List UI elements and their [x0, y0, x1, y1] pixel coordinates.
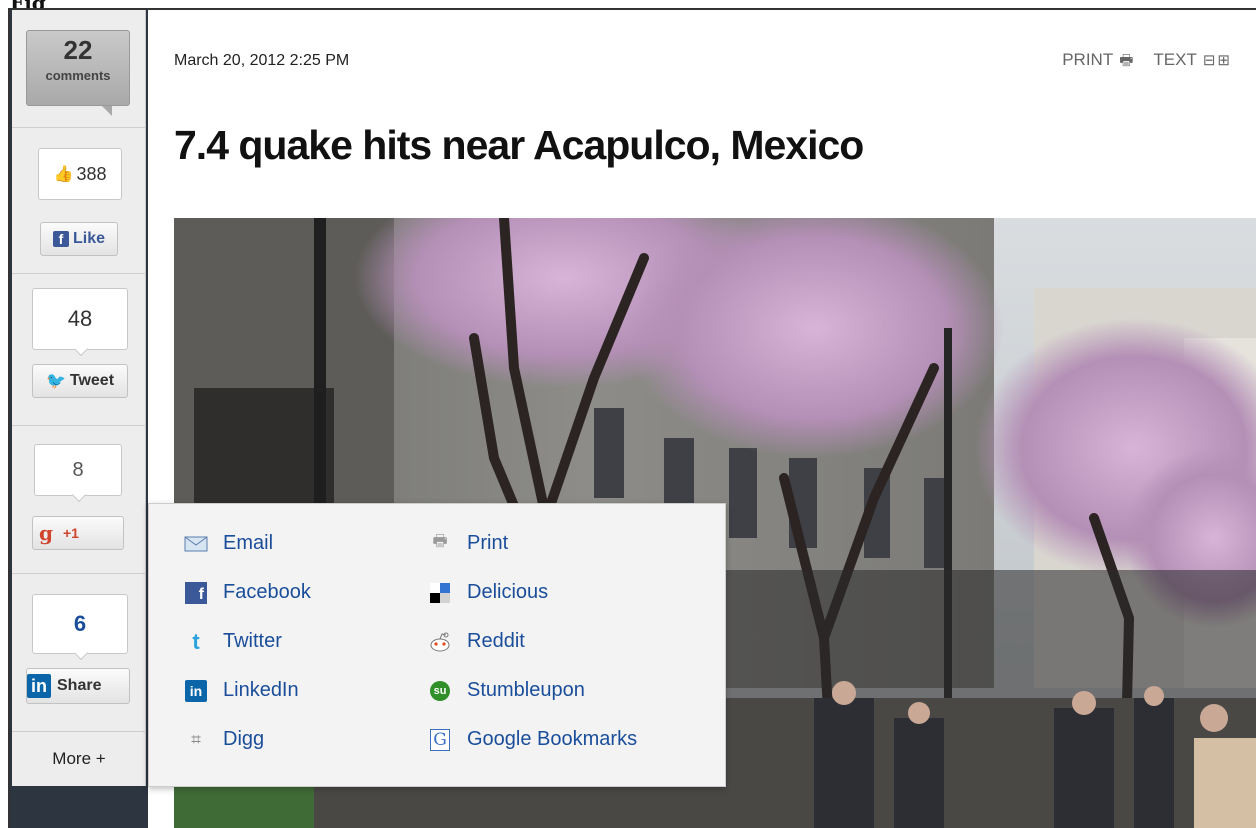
gplus-count: 8	[72, 458, 84, 481]
twitter-cell: 48 🐦 Tweet	[12, 274, 146, 426]
share-linkedin[interactable]: in LinkedIn	[183, 679, 299, 702]
facebook-icon: f	[183, 581, 209, 604]
linkedin-share-button[interactable]: in Share	[26, 668, 130, 704]
comments-label: comments	[45, 68, 111, 83]
share-reddit[interactable]: Reddit	[427, 630, 525, 653]
article-headline: 7.4 quake hits near Acapulco, Mexico	[174, 122, 864, 168]
email-icon	[183, 533, 209, 555]
linkedin-count: 6	[73, 611, 87, 636]
reddit-icon	[427, 631, 453, 653]
facebook-like-label: Like	[72, 230, 105, 247]
gplus-button[interactable]: g +1	[32, 516, 124, 550]
share-facebook[interactable]: f Facebook	[183, 581, 311, 604]
share-stumbleupon-label: Stumbleupon	[467, 679, 585, 701]
share-digg[interactable]: ⌗ Digg	[183, 728, 264, 751]
share-email-label: Email	[223, 532, 274, 554]
linkedin-cell: 6 in Share	[12, 574, 146, 732]
share-print-label: Print	[467, 532, 509, 554]
facebook-icon: f	[52, 231, 69, 247]
print-icon: 🖶	[432, 533, 448, 550]
share-google-bookmarks-label: Google Bookmarks	[467, 728, 638, 750]
printer-icon: 🖶	[1119, 52, 1134, 69]
share-email[interactable]: Email	[183, 532, 273, 555]
share-facebook-label: Facebook	[223, 581, 311, 603]
linkedin-icon: in	[183, 679, 209, 702]
comments-bubble-tail	[102, 106, 112, 116]
text-size-control[interactable]: TEXT ⊟ ⊞	[1153, 50, 1230, 75]
comments-button[interactable]: 22 comments	[26, 30, 130, 106]
share-google-bookmarks[interactable]: G Google Bookmarks	[427, 728, 637, 751]
share-stumbleupon[interactable]: su Stumbleupon	[427, 679, 585, 702]
print-link[interactable]: PRINT 🖶	[1062, 50, 1133, 75]
text-size-label: TEXT	[1153, 50, 1197, 69]
share-sidebar-panel: 22 comments 👍 388 f Like 48 🐦 Tweet 8 g …	[12, 10, 146, 786]
twitter-bird-icon: 🐦	[45, 373, 66, 390]
share-linkedin-label: LinkedIn	[223, 679, 299, 701]
facebook-like-count: 388	[76, 163, 107, 184]
stumbleupon-icon: su	[427, 680, 453, 702]
print-label: PRINT	[1062, 50, 1114, 69]
share-digg-label: Digg	[223, 728, 265, 750]
delicious-icon	[427, 582, 453, 604]
text-increase-icon[interactable]: ⊞	[1217, 52, 1230, 69]
share-print[interactable]: 🖶 Print	[427, 532, 508, 555]
facebook-cell: 👍 388 f Like	[12, 128, 146, 274]
digg-icon: ⌗	[191, 729, 201, 749]
linkedin-icon: in	[27, 674, 51, 698]
thumbs-up-icon: 👍	[53, 166, 74, 183]
article-tools: PRINT 🖶 TEXT ⊟ ⊞	[1062, 50, 1230, 75]
share-delicious-label: Delicious	[467, 581, 549, 603]
article-dateline: March 20, 2012 2:25 PM	[174, 52, 350, 69]
more-share-button[interactable]: More +	[12, 732, 146, 786]
article-page: 22 comments 👍 388 f Like 48 🐦 Tweet 8 g …	[8, 8, 1256, 828]
comments-count: 22	[63, 35, 93, 65]
google-bookmarks-icon: G	[427, 728, 453, 751]
share-reddit-label: Reddit	[467, 630, 525, 652]
tweet-label: Tweet	[69, 372, 115, 389]
comments-cell: 22 comments	[12, 10, 146, 128]
share-sidebar: 22 comments 👍 388 f Like 48 🐦 Tweet 8 g …	[10, 10, 148, 828]
tweet-count: 48	[67, 306, 93, 331]
share-twitter[interactable]: t Twitter	[183, 628, 282, 654]
tweet-count-box: 48	[32, 288, 128, 350]
linkedin-share-label: Share	[57, 677, 102, 694]
share-twitter-label: Twitter	[223, 630, 282, 652]
text-decrease-icon[interactable]: ⊟	[1203, 52, 1216, 69]
share-menu-popup: Email f Facebook t Twitter in LinkedIn ⌗…	[148, 503, 726, 787]
tweet-button[interactable]: 🐦 Tweet	[32, 364, 128, 398]
facebook-like-button[interactable]: f Like	[40, 222, 118, 256]
gplus-cell: 8 g +1	[12, 426, 146, 574]
share-delicious[interactable]: Delicious	[427, 581, 548, 604]
gplus-label: +1	[62, 525, 79, 541]
facebook-count-box: 👍 388	[38, 148, 122, 200]
twitter-icon: t	[192, 628, 200, 654]
google-plus-icon: g	[39, 521, 53, 545]
